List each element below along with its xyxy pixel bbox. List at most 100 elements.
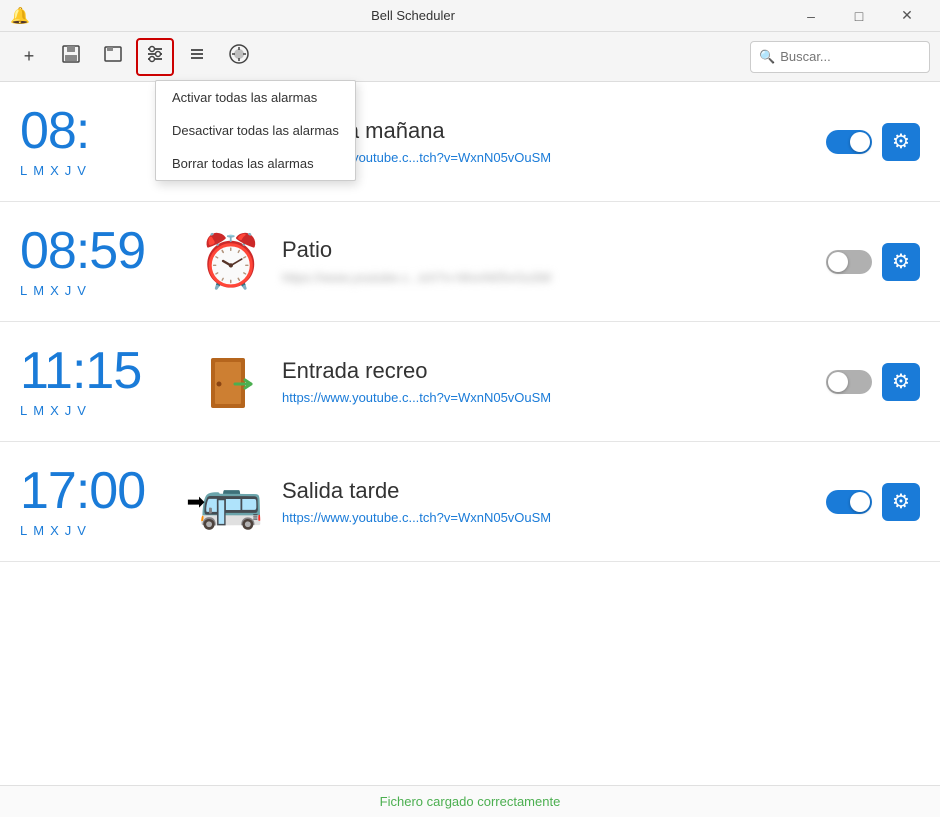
deactivate-all-item[interactable]: Desactivar todas las alarmas — [156, 114, 355, 147]
alarm-settings-button[interactable]: ⚙ — [882, 363, 920, 401]
day-L: L — [20, 283, 27, 298]
day-X: X — [50, 403, 59, 418]
day-M: M — [33, 523, 44, 538]
alarm-name: Entrada recreo — [282, 358, 810, 384]
bus-exit-wrapper: 🚌 ➡ — [199, 476, 264, 528]
alarm-row: 08:59 L M X J V ⏰ Patio https://www.yout… — [0, 202, 940, 322]
alarm-days: L M X J V — [20, 403, 180, 418]
search-input[interactable] — [780, 49, 921, 64]
search-box: 🔍 — [750, 41, 930, 73]
day-V: V — [77, 283, 86, 298]
arrow-emoji: ➡ — [187, 489, 205, 515]
toggle-knob — [828, 372, 848, 392]
alarm-settings-button[interactable]: ⚙ — [882, 243, 920, 281]
gear-icon: ⚙ — [892, 129, 910, 154]
alarm-icon-bus-exit: 🚌 ➡ — [196, 467, 266, 537]
door-svg — [199, 350, 263, 414]
delete-all-item[interactable]: Borrar todas las alarmas — [156, 147, 355, 180]
toggle-knob — [828, 252, 848, 272]
list-icon — [187, 44, 207, 69]
status-text: Fichero cargado correctamente — [380, 794, 561, 809]
alarm-time: 08:59 — [20, 225, 180, 277]
alarm-toggle[interactable] — [826, 370, 872, 394]
gear-icon: ⚙ — [892, 369, 910, 394]
tab-button[interactable] — [94, 38, 132, 76]
alarm-time-block: 17:00 L M X J V — [20, 465, 180, 538]
alarm-time-block: 08:59 L M X J V — [20, 225, 180, 298]
alarm-url[interactable]: https://www.youtube.c...tch?v=WxnN05vOuS… — [282, 510, 810, 525]
alarm-time: 17:00 — [20, 465, 180, 517]
day-L: L — [20, 523, 27, 538]
alarm-row: 08: L M X J V 🚌 Entrada mañana https://w… — [0, 82, 940, 202]
alarm-toggle[interactable] — [826, 250, 872, 274]
alarm-settings-button[interactable]: ⚙ — [882, 483, 920, 521]
add-alarm-button[interactable]: + — [10, 38, 48, 76]
clock-emoji: ⏰ — [199, 236, 264, 288]
tab-icon — [103, 44, 123, 69]
gear-icon: ⚙ — [892, 489, 910, 514]
alarm-toggle[interactable] — [826, 490, 872, 514]
bus-exit-emoji: 🚌 — [199, 473, 264, 531]
window-controls: – □ ✕ — [788, 0, 930, 32]
alarm-info: Entrada mañana https://www.youtube.c...t… — [282, 118, 810, 165]
alarm-controls: ⚙ — [826, 123, 920, 161]
alarm-time-block: 11:15 L M X J V — [20, 345, 180, 418]
dropdown-menu: Activar todas las alarmas Desactivar tod… — [155, 80, 356, 181]
alarm-name: Entrada mañana — [282, 118, 810, 144]
day-L: L — [20, 163, 27, 178]
alarm-info: Entrada recreo https://www.youtube.c...t… — [282, 358, 810, 405]
window-title: Bell Scheduler — [38, 8, 788, 23]
help-icon — [228, 43, 250, 70]
alarm-settings-button[interactable]: ⚙ — [882, 123, 920, 161]
help-button[interactable] — [220, 38, 258, 76]
alarm-name: Salida tarde — [282, 478, 810, 504]
day-V: V — [77, 403, 86, 418]
filter-button[interactable] — [136, 38, 174, 76]
minimize-button[interactable]: – — [788, 0, 834, 32]
alarm-url-blurred: https://www.youtube.c...tch?v=WxnN05vOuS… — [282, 270, 551, 285]
day-V: V — [77, 163, 86, 178]
alarm-info: Patio https://www.youtube.c...tch?v=WxnN… — [282, 237, 810, 287]
search-icon: 🔍 — [759, 49, 775, 65]
alarm-time: 11:15 — [20, 345, 180, 397]
day-X: X — [50, 523, 59, 538]
app-icon: 🔔 — [10, 6, 30, 26]
alarm-controls: ⚙ — [826, 483, 920, 521]
toggle-knob — [850, 492, 870, 512]
main-content: 08: L M X J V 🚌 Entrada mañana https://w… — [0, 82, 940, 785]
alarm-toggle[interactable] — [826, 130, 872, 154]
day-X: X — [50, 283, 59, 298]
activate-all-item[interactable]: Activar todas las alarmas — [156, 81, 355, 114]
toolbar: + — [0, 32, 940, 82]
list-button[interactable] — [178, 38, 216, 76]
alarm-info: Salida tarde https://www.youtube.c...tch… — [282, 478, 810, 525]
save-icon — [61, 44, 81, 69]
maximize-button[interactable]: □ — [836, 0, 882, 32]
alarm-url[interactable]: https://www.youtube.c...tch?v=WxnN05vOuS… — [282, 150, 810, 165]
day-J: J — [65, 283, 72, 298]
filter-icon — [145, 44, 165, 69]
gear-icon: ⚙ — [892, 249, 910, 274]
alarm-url[interactable]: https://www.youtube.c...tch?v=WxnN05vOuS… — [282, 390, 810, 405]
day-J: J — [65, 403, 72, 418]
day-J: J — [65, 523, 72, 538]
close-button[interactable]: ✕ — [884, 0, 930, 32]
day-V: V — [77, 523, 86, 538]
plus-icon: + — [24, 46, 35, 67]
alarm-controls: ⚙ — [826, 363, 920, 401]
save-button[interactable] — [52, 38, 90, 76]
alarm-controls: ⚙ — [826, 243, 920, 281]
alarm-row: 17:00 L M X J V 🚌 ➡ Salida tarde https:/… — [0, 442, 940, 562]
statusbar: Fichero cargado correctamente — [0, 785, 940, 817]
alarm-days: L M X J V — [20, 523, 180, 538]
alarm-days: L M X J V — [20, 283, 180, 298]
day-L: L — [20, 403, 27, 418]
day-J: J — [65, 163, 72, 178]
day-M: M — [33, 163, 44, 178]
toggle-knob — [850, 132, 870, 152]
alarm-name: Patio — [282, 237, 810, 263]
day-X: X — [50, 163, 59, 178]
day-M: M — [33, 283, 44, 298]
alarm-icon-door — [196, 347, 266, 417]
alarm-row: 11:15 L M X J V — [0, 322, 940, 442]
